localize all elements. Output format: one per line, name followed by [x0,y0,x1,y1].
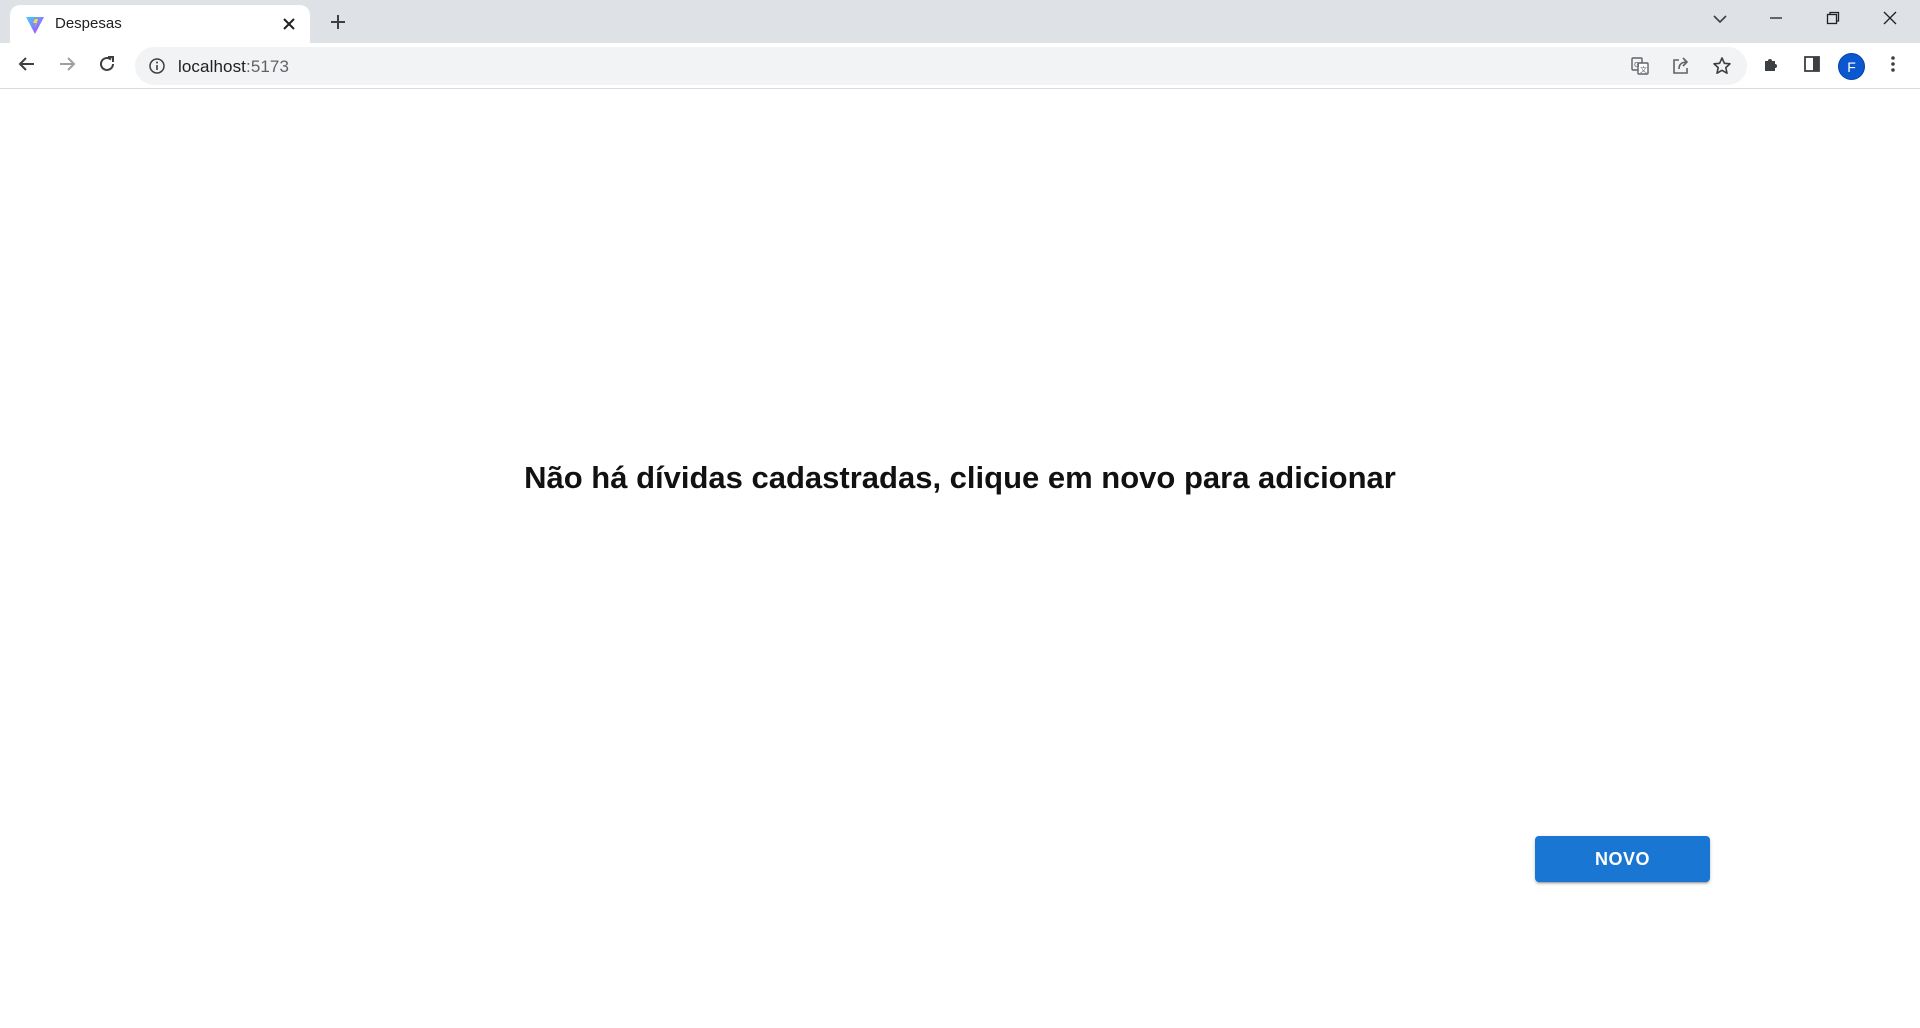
tab-title: Despesas [55,15,122,32]
browser-tab-active[interactable]: Despesas [10,5,310,43]
empty-state-message: Não há dívidas cadastradas, clique em no… [524,460,1396,495]
info-icon[interactable] [147,56,167,76]
new-tab-button[interactable] [324,10,352,38]
address-bar[interactable]: localhost:5173 G文 [135,47,1747,85]
restore-icon [1826,11,1840,30]
browser-toolbar: localhost:5173 G文 F [0,43,1920,89]
minimize-icon [1769,11,1783,30]
chevron-down-icon [1712,11,1728,29]
forward-button[interactable] [51,50,83,82]
new-expense-button[interactable]: NOVO [1535,836,1710,882]
restore-button[interactable] [1805,0,1861,40]
url-text[interactable]: localhost:5173 [178,57,289,77]
close-window-button[interactable] [1862,0,1918,40]
side-panel-icon [1802,54,1822,79]
profile-avatar[interactable]: F [1838,53,1865,80]
side-panel-button[interactable] [1796,50,1828,82]
back-arrow-icon [17,54,37,79]
back-button[interactable] [11,50,43,82]
browser-menu-button[interactable] [1877,50,1909,82]
vite-logo-icon [24,14,46,36]
svg-text:G: G [1634,61,1639,69]
reload-button[interactable] [91,50,123,82]
share-icon[interactable] [1667,52,1695,80]
forward-arrow-icon [57,54,77,79]
extensions-button[interactable] [1756,50,1788,82]
star-icon[interactable] [1708,52,1736,80]
url-host: localhost [178,57,246,76]
translate-icon[interactable]: G文 [1626,52,1654,80]
url-port: :5173 [246,57,290,76]
svg-text:文: 文 [1640,65,1647,74]
tab-search-button[interactable] [1692,0,1748,40]
extensions-icon [1762,54,1782,79]
minimize-button[interactable] [1748,0,1804,40]
close-icon [1883,11,1897,30]
plus-icon [329,13,347,36]
browser-tabstrip: Despesas [0,0,1920,43]
kebab-menu-icon [1890,54,1896,79]
page-content: Não há dívidas cadastradas, clique em no… [0,90,1920,1028]
close-icon[interactable] [278,13,300,35]
reload-icon [97,54,117,79]
